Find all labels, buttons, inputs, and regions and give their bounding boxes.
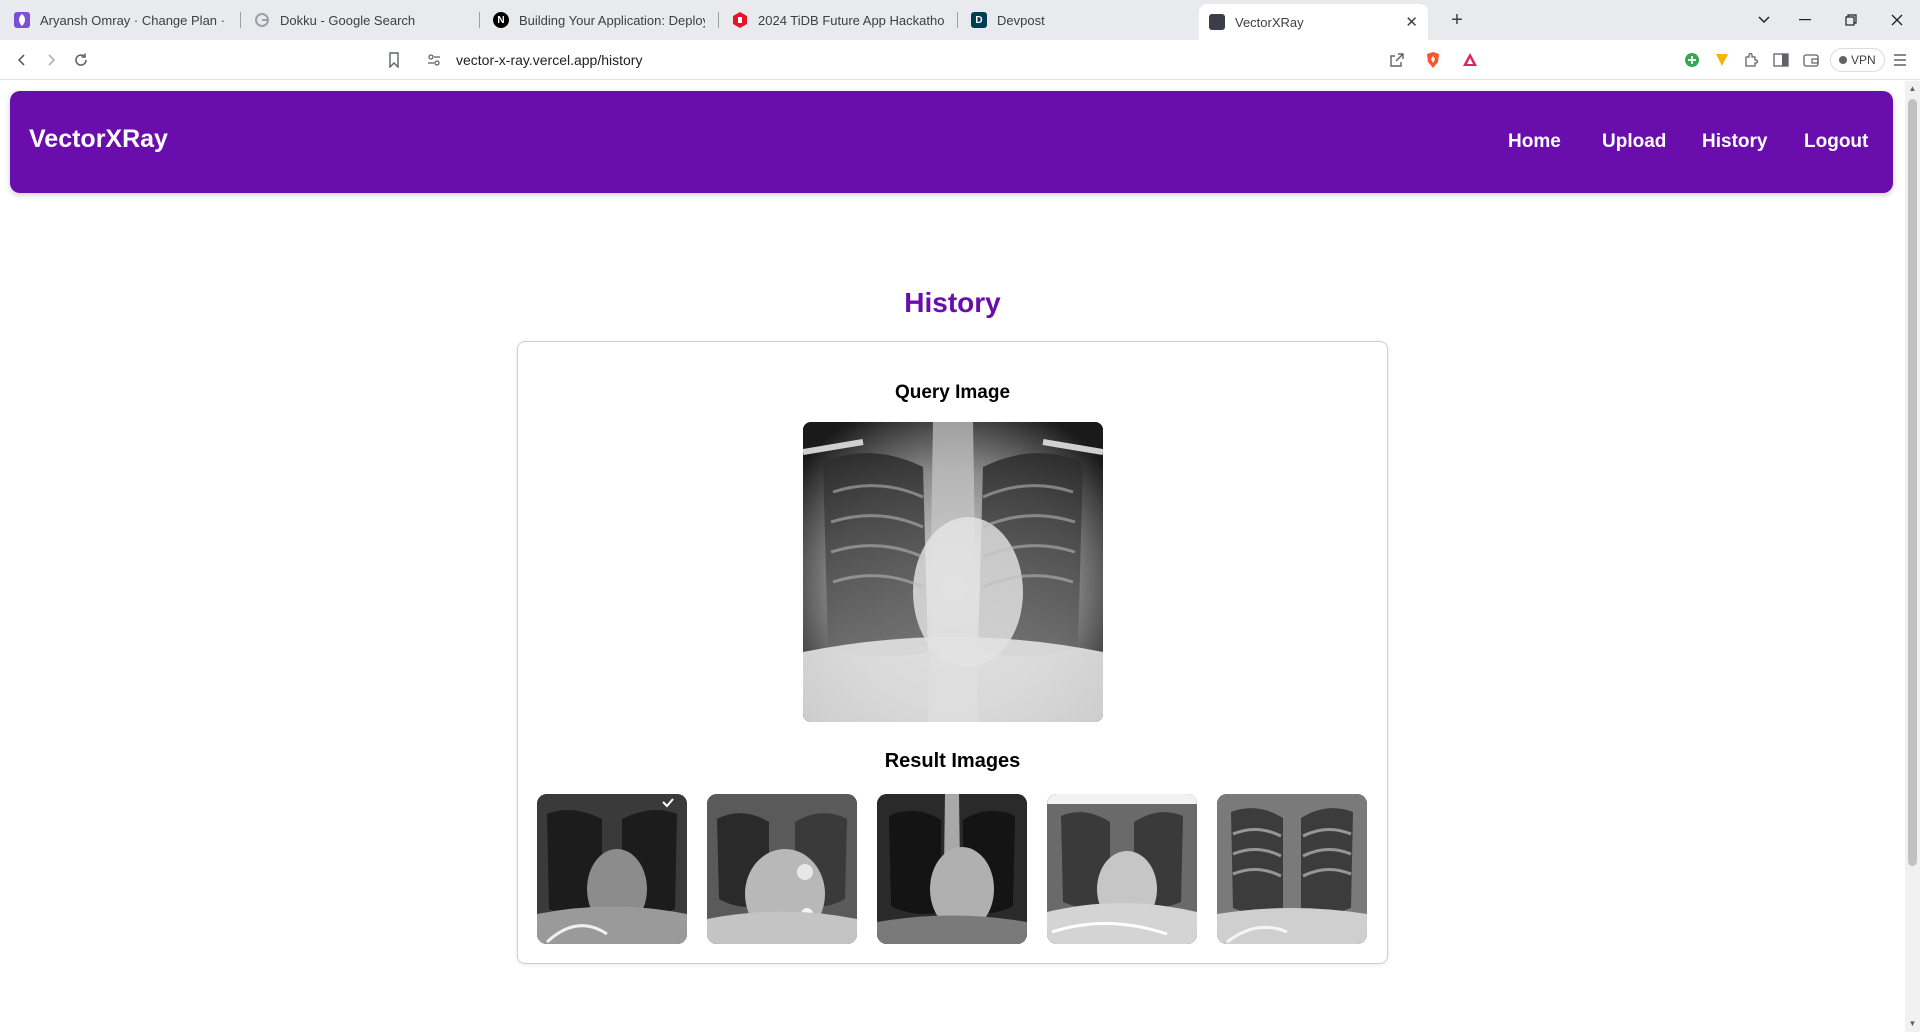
- tab-tidb-hackathon[interactable]: 2024 TiDB Future App Hackathon S: [722, 4, 954, 36]
- site-settings-icon[interactable]: [422, 48, 446, 72]
- extension-add-icon[interactable]: [1680, 48, 1704, 72]
- vpn-label: VPN: [1851, 53, 1876, 67]
- vpn-button[interactable]: VPN: [1830, 48, 1885, 72]
- fly-icon: [14, 12, 30, 28]
- scroll-up-icon[interactable]: ▲: [1908, 84, 1917, 94]
- result-xray-image-3[interactable]: [877, 794, 1027, 944]
- tab-nextjs-docs[interactable]: N Building Your Application: Deployin: [483, 4, 715, 36]
- nav-home[interactable]: Home: [1508, 131, 1561, 153]
- tab-strip: Aryansh Omray · Change Plan · Fly Dokku …: [0, 0, 1920, 40]
- address-bar[interactable]: vector-x-ray.vercel.app/history: [418, 44, 1497, 76]
- browser-toolbar: vector-x-ray.vercel.app/history VPN: [0, 40, 1920, 80]
- nextjs-icon: N: [493, 12, 509, 28]
- tab-title: VectorXRay: [1235, 14, 1304, 30]
- extensions-icon[interactable]: [1739, 48, 1763, 72]
- tab-divider: [240, 12, 241, 28]
- history-card: Query Image Result Images: [517, 341, 1388, 964]
- new-tab-button[interactable]: +: [1443, 6, 1471, 34]
- url-text: vector-x-ray.vercel.app/history: [456, 52, 643, 68]
- brave-shields-icon[interactable]: [1421, 48, 1445, 72]
- scroll-down-icon[interactable]: ▼: [1908, 1019, 1917, 1029]
- page-scrollbar[interactable]: ▲ ▼: [1905, 81, 1920, 1032]
- wallet-icon[interactable]: [1799, 48, 1823, 72]
- tab-title: Aryansh Omray · Change Plan · Fly: [40, 12, 226, 28]
- tab-fly[interactable]: Aryansh Omray · Change Plan · Fly: [4, 4, 236, 36]
- share-icon[interactable]: [1385, 48, 1409, 72]
- restore-icon[interactable]: [1828, 0, 1874, 40]
- result-xray-image-4[interactable]: [1047, 794, 1197, 944]
- vpn-status-icon: [1839, 56, 1847, 64]
- result-images-row: [537, 794, 1370, 944]
- page-title: History: [904, 287, 1001, 318]
- tab-divider: [718, 12, 719, 28]
- bookmark-icon[interactable]: [382, 48, 406, 72]
- close-tab-icon[interactable]: ✕: [1405, 13, 1418, 31]
- nav-logout[interactable]: Logout: [1804, 131, 1868, 153]
- tab-title: Devpost: [997, 12, 1045, 28]
- extension-vpn-shield-icon[interactable]: [1710, 48, 1734, 72]
- tab-divider: [479, 12, 480, 28]
- query-image-heading: Query Image: [894, 382, 1011, 403]
- vectorxray-icon: [1209, 14, 1225, 30]
- result-xray-image-5[interactable]: [1217, 794, 1367, 944]
- tab-title: Dokku - Google Search: [280, 12, 416, 28]
- tab-devpost[interactable]: D Devpost: [961, 4, 1193, 36]
- scrollbar-thumb[interactable]: [1908, 99, 1917, 866]
- brave-rewards-icon[interactable]: [1458, 48, 1482, 72]
- devpost-icon: D: [971, 12, 987, 28]
- query-xray-image[interactable]: [803, 422, 1103, 722]
- nav-history[interactable]: History: [1702, 131, 1767, 153]
- reload-icon[interactable]: [69, 48, 93, 72]
- sidebar-icon[interactable]: [1769, 48, 1793, 72]
- page-content: VectorXRay Home Upload History Logout Hi…: [0, 81, 1905, 1032]
- minimize-icon[interactable]: [1782, 0, 1828, 40]
- result-xray-image-1[interactable]: [537, 794, 687, 944]
- tidb-icon: [732, 12, 748, 28]
- brand-logo[interactable]: VectorXRay: [29, 125, 168, 154]
- tab-vectorxray[interactable]: VectorXRay ✕: [1199, 4, 1428, 40]
- nav-upload[interactable]: Upload: [1602, 131, 1666, 153]
- forward-icon[interactable]: [39, 48, 63, 72]
- tab-divider: [957, 12, 958, 28]
- app-navbar: VectorXRay Home Upload History Logout: [10, 91, 1893, 193]
- menu-icon[interactable]: [1888, 48, 1912, 72]
- tab-google-search[interactable]: Dokku - Google Search: [244, 4, 476, 36]
- tab-title: Building Your Application: Deployin: [519, 12, 705, 28]
- result-xray-image-2[interactable]: [707, 794, 857, 944]
- google-icon: [254, 12, 270, 28]
- tab-title: 2024 TiDB Future App Hackathon S: [758, 12, 944, 28]
- back-icon[interactable]: [10, 48, 34, 72]
- result-images-heading: Result Images: [884, 750, 1021, 772]
- close-window-icon[interactable]: [1874, 0, 1920, 40]
- tab-search-icon[interactable]: [1741, 0, 1787, 40]
